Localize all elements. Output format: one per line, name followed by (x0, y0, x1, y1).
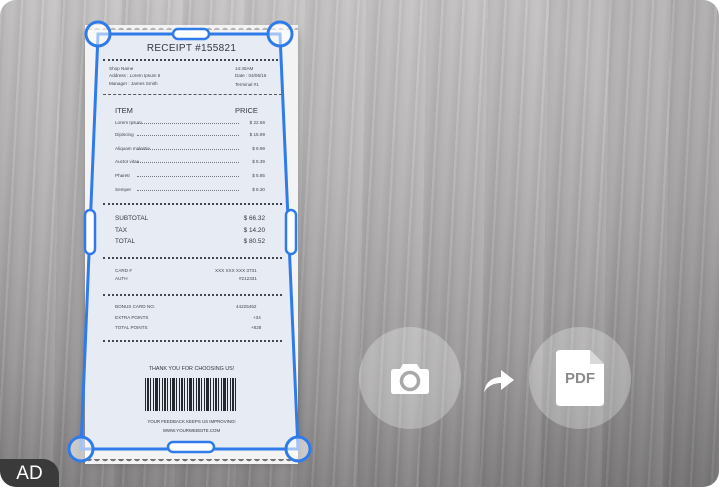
corner-handle-bottom-right[interactable] (284, 435, 312, 463)
ad-frame: RECEIPT #155821 Shop Name Address : Lore… (0, 0, 719, 487)
edge-handle-right[interactable] (284, 208, 298, 256)
edge-handle-left[interactable] (83, 208, 97, 256)
corner-handle-bottom-left[interactable] (67, 435, 95, 463)
corner-handle-top-right[interactable] (266, 20, 294, 48)
ad-badge: AD (0, 459, 59, 487)
share-arrow-icon (484, 370, 514, 392)
pdf-label: PDF (565, 370, 595, 387)
camera-icon (391, 364, 429, 394)
crop-outline (79, 32, 300, 451)
edge-handle-top[interactable] (171, 27, 211, 41)
corner-handle-top-left[interactable] (84, 20, 112, 48)
pdf-file-icon: PDF (556, 350, 604, 406)
edge-handle-bottom[interactable] (166, 440, 216, 454)
pdf-button[interactable]: PDF (529, 327, 631, 429)
camera-button[interactable] (359, 327, 461, 429)
